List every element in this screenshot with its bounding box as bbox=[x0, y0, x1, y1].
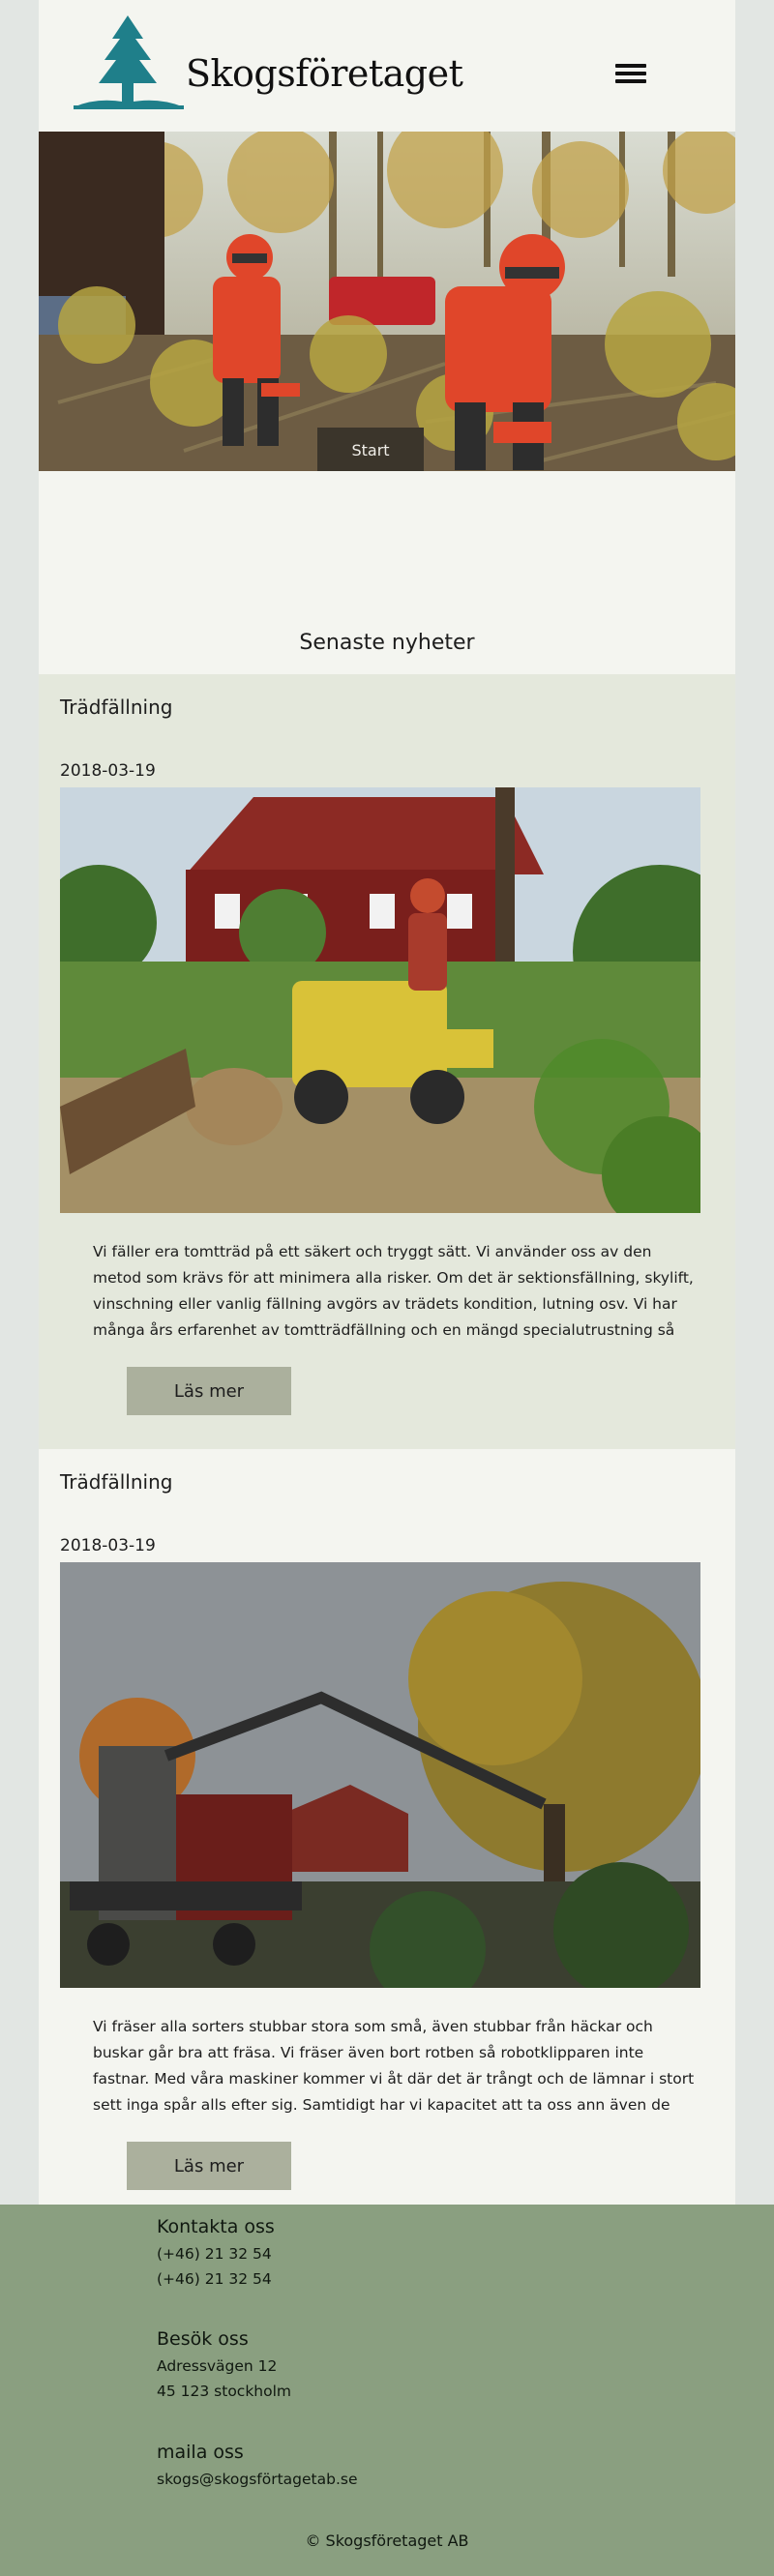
phone-link[interactable]: (+46) 21 32 54 bbox=[157, 2270, 275, 2288]
hero-image bbox=[39, 132, 735, 471]
start-button[interactable]: Start bbox=[317, 428, 424, 471]
copyright: © Skogsföretaget AB bbox=[305, 2532, 469, 2550]
brand-name[interactable]: Skogsföretaget bbox=[186, 52, 463, 95]
news-section-heading: Senaste nyheter bbox=[39, 471, 735, 674]
site-footer: Kontakta oss (+46) 21 32 54 (+46) 21 32 … bbox=[0, 2205, 774, 2576]
article-title[interactable]: Trädfällning bbox=[60, 674, 714, 719]
hamburger-menu-icon[interactable] bbox=[615, 64, 646, 85]
article-text: Vi fäller era tomtträd på ett säkert och… bbox=[93, 1243, 694, 1339]
hero-banner: Start bbox=[39, 132, 735, 471]
tree-icon[interactable] bbox=[70, 14, 186, 112]
article-date: 2018-03-19 bbox=[60, 761, 156, 781]
footer-visit: Besök oss Adressvägen 12 45 123 stockhol… bbox=[157, 2328, 291, 2400]
read-more-button[interactable]: Läs mer bbox=[127, 2142, 291, 2190]
footer-mail-heading: maila oss bbox=[157, 2442, 244, 2463]
footer-visit-heading: Besök oss bbox=[157, 2328, 249, 2350]
news-article: Trädfällning 2018-03-19 Vi fräser alla s… bbox=[39, 1449, 735, 2226]
article-title[interactable]: Trädfällning bbox=[60, 1449, 714, 1494]
footer-mail: maila oss skogs@skogsförtagetab.se bbox=[157, 2442, 358, 2488]
article-date: 2018-03-19 bbox=[60, 1536, 156, 1555]
site-header: Skogsföretaget bbox=[39, 0, 735, 132]
address-street: Adressvägen 12 bbox=[157, 2357, 278, 2375]
footer-contact-heading: Kontakta oss bbox=[157, 2216, 275, 2237]
page-container: Skogsföretaget Start Senaste nyheter Trä… bbox=[39, 0, 735, 2226]
article-text: Vi fräser alla sorters stubbar stora som… bbox=[93, 2018, 695, 2114]
article-image bbox=[60, 1562, 700, 1988]
email-link[interactable]: skogs@skogsförtagetab.se bbox=[157, 2471, 358, 2488]
phone-link[interactable]: (+46) 21 32 54 bbox=[157, 2245, 275, 2263]
news-article: Trädfällning 2018-03-19 Vi fäller era to… bbox=[39, 674, 735, 1449]
read-more-button[interactable]: Läs mer bbox=[127, 1367, 291, 1415]
address-city: 45 123 stockholm bbox=[157, 2383, 292, 2400]
news-heading: Senaste nyheter bbox=[299, 631, 475, 655]
footer-contact: Kontakta oss (+46) 21 32 54 (+46) 21 32 … bbox=[157, 2216, 275, 2288]
article-image bbox=[60, 787, 700, 1213]
